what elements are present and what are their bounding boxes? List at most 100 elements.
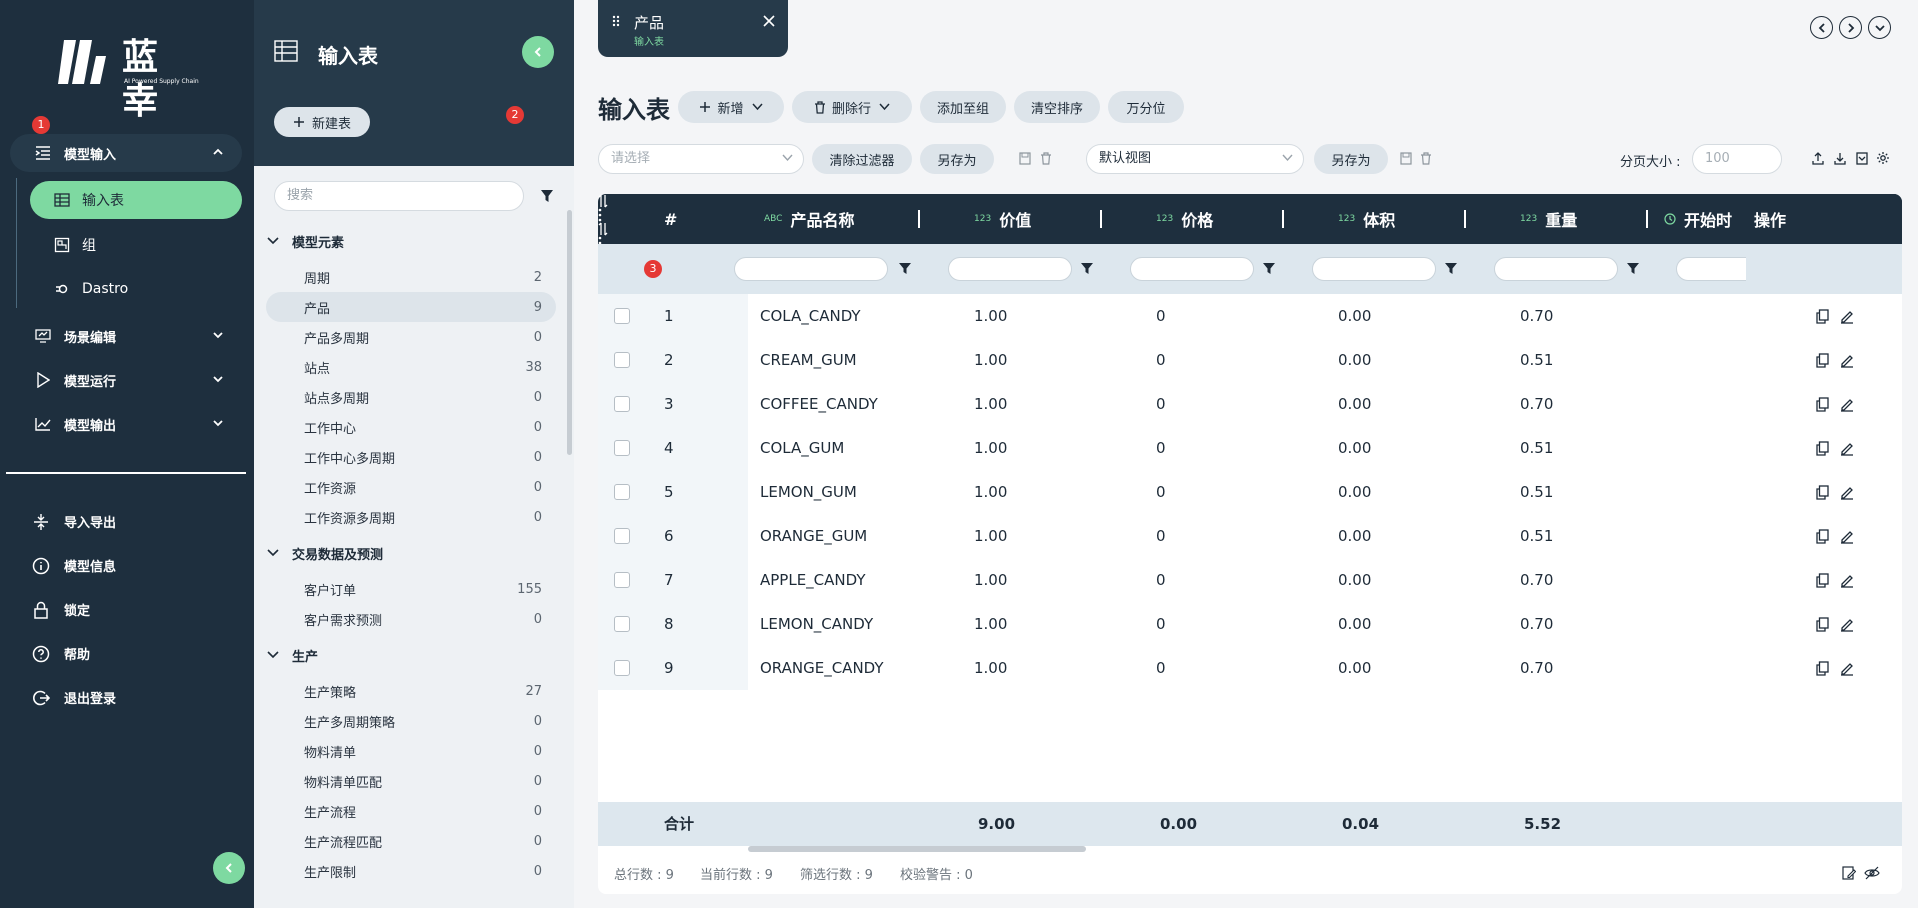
- cell-price[interactable]: 0: [1156, 602, 1166, 646]
- cell-value[interactable]: 1.00: [974, 426, 1007, 470]
- cell-volume[interactable]: 0.00: [1338, 646, 1371, 690]
- cell-product-name[interactable]: LEMON_GUM: [760, 470, 857, 514]
- nav-lock[interactable]: 锁定: [32, 600, 90, 619]
- column-resizer[interactable]: [1100, 210, 1102, 228]
- nav-model-info[interactable]: 模型信息: [32, 556, 116, 575]
- cell-price[interactable]: 0: [1156, 470, 1166, 514]
- tree-item[interactable]: 客户需求预测 0: [266, 604, 556, 634]
- drag-handle-icon[interactable]: [612, 15, 620, 27]
- edit-pencil-icon[interactable]: [1840, 573, 1854, 588]
- tree-item[interactable]: 产品多周期 0: [266, 322, 556, 352]
- cell-value[interactable]: 1.00: [974, 382, 1007, 426]
- filter-icon[interactable]: [1444, 262, 1458, 275]
- row-checkbox[interactable]: [614, 308, 630, 324]
- panel-collapse-button[interactable]: [522, 36, 554, 68]
- cell-value[interactable]: 1.00: [974, 470, 1007, 514]
- view-select[interactable]: 默认视图: [1086, 144, 1304, 174]
- filter-icon[interactable]: [1626, 262, 1640, 275]
- cell-price[interactable]: 0: [1156, 294, 1166, 338]
- table-row[interactable]: 4 COLA_GUM 1.00 0 0.00 0.51: [598, 426, 1902, 470]
- cell-weight[interactable]: 0.70: [1520, 602, 1553, 646]
- nav-import-export[interactable]: 导入导出: [32, 512, 116, 531]
- save-icon[interactable]: [1400, 152, 1412, 165]
- table-row[interactable]: 7 APPLE_CANDY 1.00 0 0.00 0.70: [598, 558, 1902, 602]
- filter-start-input[interactable]: [1676, 257, 1746, 281]
- tree-item[interactable]: 产品 9: [266, 292, 556, 322]
- row-checkbox[interactable]: [614, 660, 630, 676]
- column-resizer[interactable]: [1282, 210, 1284, 228]
- edit-pencil-icon[interactable]: [1840, 353, 1854, 368]
- cell-volume[interactable]: 0.00: [1338, 602, 1371, 646]
- tree-item[interactable]: 工作资源多周期 0: [266, 502, 556, 532]
- edit-pencil-icon[interactable]: [1840, 485, 1854, 500]
- table-row[interactable]: 6 ORANGE_GUM 1.00 0 0.00 0.51: [598, 514, 1902, 558]
- settings-gear-icon[interactable]: [1876, 151, 1890, 165]
- cell-price[interactable]: 0: [1156, 558, 1166, 602]
- cell-product-name[interactable]: ORANGE_GUM: [760, 514, 867, 558]
- row-checkbox[interactable]: [614, 484, 630, 500]
- upload-icon[interactable]: [1812, 152, 1824, 165]
- cell-volume[interactable]: 0.00: [1338, 338, 1371, 382]
- nav-model-output[interactable]: 模型输出: [10, 405, 242, 443]
- copy-icon[interactable]: [1816, 485, 1829, 500]
- thousands-separator-button[interactable]: 万分位: [1108, 91, 1184, 123]
- add-to-group-button[interactable]: 添加至组: [920, 91, 1006, 123]
- clear-sort-button[interactable]: 清空排序: [1014, 91, 1100, 123]
- cell-product-name[interactable]: COLA_GUM: [760, 426, 844, 470]
- cell-price[interactable]: 0: [1156, 382, 1166, 426]
- col-name-header[interactable]: ABC 产品名称: [764, 194, 854, 244]
- save-icon[interactable]: [1019, 152, 1031, 165]
- tree-item[interactable]: 生产限制 0: [266, 856, 556, 886]
- cell-volume[interactable]: 0.00: [1338, 514, 1371, 558]
- sort-icon[interactable]: [598, 222, 608, 236]
- horizontal-scrollbar[interactable]: [748, 846, 1086, 852]
- edit-pencil-icon[interactable]: [1840, 309, 1854, 324]
- table-row[interactable]: 3 COFFEE_CANDY 1.00 0 0.00 0.70: [598, 382, 1902, 426]
- row-checkbox[interactable]: [614, 528, 630, 544]
- cell-value[interactable]: 1.00: [974, 558, 1007, 602]
- filter-volume-input[interactable]: [1312, 257, 1436, 281]
- cell-value[interactable]: 1.00: [974, 646, 1007, 690]
- column-resizer[interactable]: [1464, 210, 1466, 228]
- tree-item[interactable]: 生产流程 0: [266, 796, 556, 826]
- cell-weight[interactable]: 0.70: [1520, 558, 1553, 602]
- cell-volume[interactable]: 0.00: [1338, 294, 1371, 338]
- filter-name-input[interactable]: [734, 257, 888, 281]
- cell-weight[interactable]: 0.51: [1520, 338, 1553, 382]
- nav-sub-input-tables[interactable]: 输入表: [30, 181, 242, 219]
- copy-icon[interactable]: [1816, 397, 1829, 412]
- table-row[interactable]: 5 LEMON_GUM 1.00 0 0.00 0.51: [598, 470, 1902, 514]
- tab-menu-button[interactable]: [1868, 16, 1891, 39]
- hide-eye-icon[interactable]: [1864, 866, 1880, 880]
- filter-icon[interactable]: [898, 262, 912, 275]
- filter-value-input[interactable]: [948, 257, 1072, 281]
- row-checkbox[interactable]: [614, 440, 630, 456]
- cell-weight[interactable]: 0.70: [1520, 646, 1553, 690]
- cell-price[interactable]: 0: [1156, 646, 1166, 690]
- new-table-button[interactable]: 新建表: [274, 107, 370, 137]
- copy-icon[interactable]: [1816, 309, 1829, 324]
- tree-item[interactable]: 工作中心多周期 0: [266, 442, 556, 472]
- trash-icon[interactable]: [1420, 152, 1432, 165]
- tree-group[interactable]: 模型元素: [266, 226, 556, 256]
- tab-products[interactable]: 产品 输入表: [598, 0, 788, 57]
- trash-icon[interactable]: [1040, 152, 1052, 165]
- row-checkbox[interactable]: [614, 572, 630, 588]
- tree-item[interactable]: 工作中心 0: [266, 412, 556, 442]
- row-checkbox[interactable]: [614, 396, 630, 412]
- panel-scrollbar[interactable]: [567, 210, 572, 455]
- clear-filter-button[interactable]: 清除过滤器: [812, 144, 912, 174]
- cell-volume[interactable]: 0.00: [1338, 426, 1371, 470]
- cell-weight[interactable]: 0.51: [1520, 514, 1553, 558]
- tree-item[interactable]: 生产多周期策略 0: [266, 706, 556, 736]
- add-dropdown-button[interactable]: 新增: [678, 91, 784, 123]
- filter-icon[interactable]: [540, 189, 554, 203]
- filter-icon[interactable]: [1262, 262, 1276, 275]
- copy-icon[interactable]: [1816, 617, 1829, 632]
- cell-product-name[interactable]: APPLE_CANDY: [760, 558, 866, 602]
- page-size-input[interactable]: 100: [1692, 144, 1782, 174]
- tree-item[interactable]: 站点多周期 0: [266, 382, 556, 412]
- tree-item[interactable]: 客户订单 155: [266, 574, 556, 604]
- delete-rows-dropdown-button[interactable]: 删除行: [792, 91, 912, 123]
- tree-item[interactable]: 生产策略 27: [266, 676, 556, 706]
